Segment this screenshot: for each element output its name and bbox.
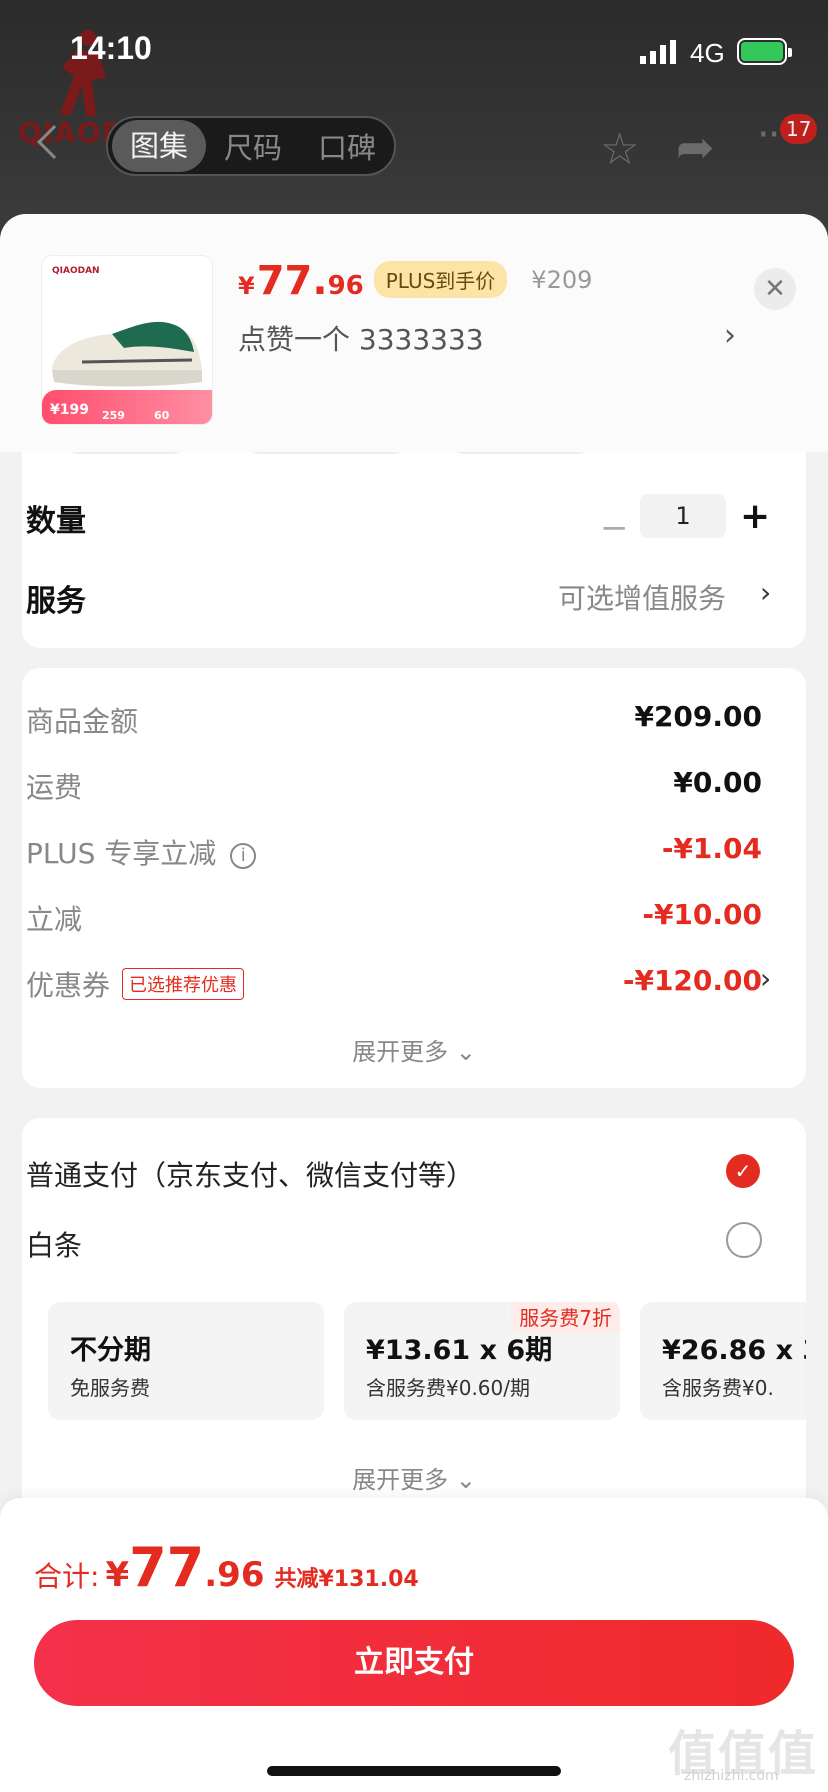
battery-icon	[737, 38, 792, 65]
favorite-star-icon[interactable]: ☆	[600, 124, 639, 175]
thumb-brand: QIAODAN	[52, 266, 100, 276]
service-value[interactable]: 可选增值服务	[558, 577, 726, 617]
shipping-value: ¥0.00	[673, 766, 762, 799]
status-time: 14:10	[70, 30, 152, 66]
plus-discount-value: -¥1.04	[661, 832, 762, 865]
installment-title: ¥13.61 x 6期	[366, 1335, 553, 1366]
network-type: 4G	[690, 38, 725, 68]
price-decimal: 96	[327, 271, 364, 301]
product-price: ¥ 77. 96 PLUS到手价 ¥209	[238, 258, 592, 304]
installment-sub: 免服务费	[70, 1376, 150, 1400]
installment-sub: 含服务费¥0.60/期	[366, 1376, 530, 1400]
installment-sub: 含服务费¥0.	[662, 1376, 774, 1400]
goods-amount-value: ¥209.00	[634, 700, 762, 733]
tab-size[interactable]: 尺码	[206, 125, 300, 167]
quantity-label: 数量	[26, 504, 86, 539]
shipping-label: 运费	[26, 771, 83, 804]
plus-discount-label: PLUS 专享立减	[26, 837, 217, 870]
thumb-price-3: 60	[154, 409, 170, 422]
thumb-price-2: 259	[102, 409, 125, 422]
installment-title: ¥26.86 x 3期	[662, 1335, 806, 1366]
signal-icon	[640, 40, 676, 64]
total-amount: 合计: ¥ 77 .96 共减¥131.04	[34, 1536, 419, 1599]
total-integer: 77	[129, 1536, 205, 1599]
thumb-price-1: ¥199	[50, 402, 89, 418]
installment-option-3[interactable]: ¥26.86 x 3期 含服务费¥0.	[640, 1302, 806, 1420]
normal-payment-radio-checked[interactable]: ✓	[726, 1154, 760, 1188]
total-saved: 共减¥131.04	[274, 1567, 419, 1592]
coupon-tag: 已选推荐优惠	[122, 968, 245, 1000]
installment-title: 不分期	[70, 1335, 151, 1366]
nav-tabs: 图集 尺码 口碑	[106, 116, 396, 176]
installment-option-none[interactable]: 不分期 免服务费	[48, 1302, 324, 1420]
total-currency: ¥	[105, 1555, 130, 1595]
quantity-input[interactable]: 1	[640, 494, 726, 538]
coupon-row: 优惠券 已选推荐优惠	[26, 964, 245, 1004]
installment-option-6[interactable]: 服务费7折 ¥13.61 x 6期 含服务费¥0.60/期	[344, 1302, 620, 1420]
info-icon[interactable]: i	[230, 843, 257, 869]
watermark-url: zhizhizhi.com	[684, 1768, 779, 1784]
selected-spec[interactable]: 点赞一个 3333333	[238, 318, 738, 358]
share-icon[interactable]: ➦	[676, 120, 715, 174]
quantity-plus-button[interactable]: +	[740, 496, 770, 537]
message-count-badge: 17	[780, 114, 818, 144]
price-currency: ¥	[238, 272, 255, 300]
expand-more-payment[interactable]: 展开更多 ⌄	[22, 1460, 806, 1495]
shoe-image	[52, 321, 202, 387]
plus-price-tag: PLUS到手价	[373, 261, 508, 298]
expand-more-amounts[interactable]: 展开更多 ⌄	[22, 1032, 806, 1067]
installment-options: 不分期 免服务费 服务费7折 ¥13.61 x 6期 含服务费¥0.60/期 ¥…	[48, 1302, 806, 1422]
baitiao-label[interactable]: 白条	[26, 1224, 82, 1264]
quantity-minus-button[interactable]: −	[600, 508, 629, 548]
background-page: QIAOD 14:10 4G 图集 尺码 口碑 ☆ ➦ ··· 17	[0, 0, 828, 240]
total-label: 合计:	[34, 1560, 100, 1593]
plus-discount-row: PLUS 专享立减 i	[26, 832, 257, 872]
instant-discount-value: -¥10.00	[642, 898, 762, 931]
pay-now-button[interactable]: 立即支付	[34, 1620, 794, 1706]
coupon-label: 优惠券	[26, 969, 111, 1002]
service-label: 服务	[26, 584, 86, 619]
tab-gallery[interactable]: 图集	[112, 120, 206, 172]
baitiao-radio[interactable]	[726, 1222, 762, 1258]
coupon-value[interactable]: -¥120.00	[623, 964, 762, 997]
product-header: QIAODAN ¥199 259 60 ¥ 77. 96 PLUS到手价 ¥20…	[0, 214, 828, 452]
total-decimal: .96	[204, 1555, 265, 1595]
original-price: ¥209	[531, 266, 593, 294]
goods-amount-label: 商品金额	[26, 705, 139, 738]
product-thumbnail[interactable]: QIAODAN ¥199 259 60	[42, 256, 212, 424]
service-chevron-icon[interactable]: ›	[760, 576, 771, 609]
tab-reviews[interactable]: 口碑	[300, 125, 394, 167]
close-button[interactable]: ✕	[754, 268, 796, 310]
home-indicator[interactable]	[267, 1766, 561, 1776]
checkout-footer: 合计: ¥ 77 .96 共减¥131.04 立即支付 值值值 zhizhizh…	[0, 1498, 828, 1792]
price-integer: 77.	[256, 258, 328, 304]
normal-payment-label[interactable]: 普通支付（京东支付、微信支付等）	[26, 1154, 474, 1194]
coupon-chevron-icon[interactable]: ›	[760, 962, 771, 995]
spec-chevron-icon[interactable]: ›	[724, 318, 736, 353]
instant-discount-label: 立减	[26, 903, 83, 936]
